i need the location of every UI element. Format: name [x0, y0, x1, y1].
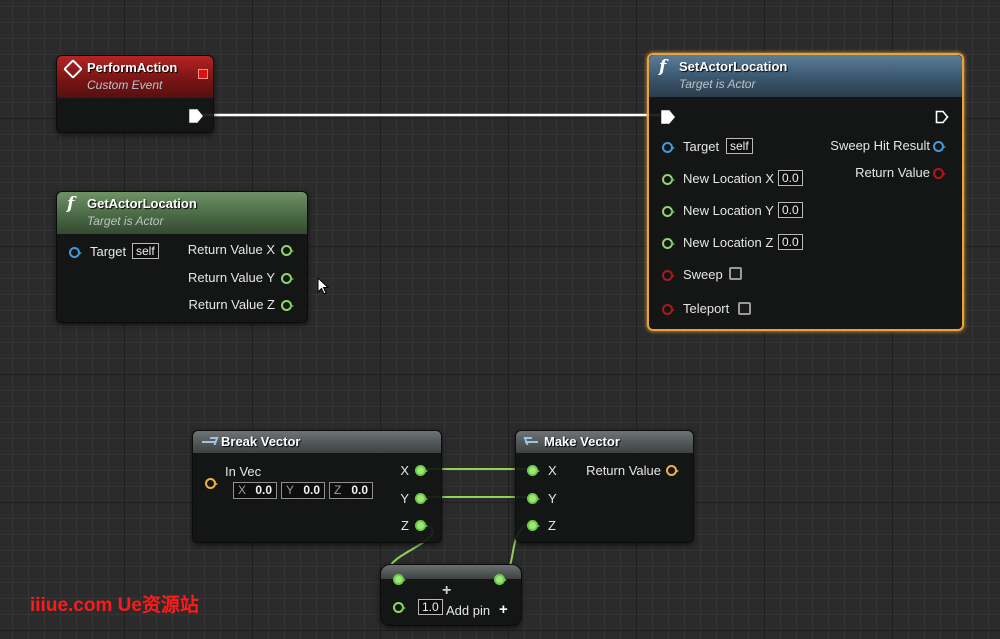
target-label: Target	[683, 139, 719, 154]
delegate-pin-icon[interactable]	[198, 69, 208, 79]
break-z-pin[interactable]	[415, 520, 426, 531]
make-y-label: Y	[548, 491, 557, 506]
target-pin[interactable]	[662, 142, 673, 153]
return-value-label: Return Value	[855, 165, 930, 180]
new-location-x-input[interactable]: 0.0	[778, 170, 803, 186]
add-input-b-pin[interactable]	[393, 602, 404, 613]
function-icon: f	[659, 57, 666, 77]
in-vec-pin[interactable]	[205, 478, 216, 489]
add-operator-symbol: +	[442, 582, 451, 600]
get-actor-location-subtitle: Target is Actor	[87, 214, 307, 228]
break-z-label: Z	[401, 518, 409, 533]
sweep-hit-result-pin[interactable]	[933, 141, 944, 152]
break-y-label: Y	[400, 491, 409, 506]
make-vector-title: Make Vector	[544, 434, 693, 449]
return-value-x-pin[interactable]	[281, 245, 292, 256]
mouse-cursor-icon	[317, 277, 329, 295]
in-vec-y-value: 0.0	[303, 483, 320, 498]
add-pin-plus-icon[interactable]: +	[499, 601, 508, 618]
break-vector-node[interactable]: Break Vector In Vec X 0.0 Y 0.0 Z 0.0 X …	[192, 430, 442, 543]
target-self-field[interactable]: self	[132, 243, 159, 259]
add-input-a-pin[interactable]	[393, 574, 404, 585]
add-input-b-value[interactable]: 1.0	[418, 599, 443, 615]
make-y-pin[interactable]	[527, 493, 538, 504]
set-actor-location-header[interactable]: f SetActorLocation Target is Actor	[649, 55, 962, 97]
perform-action-node[interactable]: PerformAction Custom Event	[56, 55, 214, 133]
perform-action-title: PerformAction	[87, 60, 213, 75]
make-vector-header[interactable]: Make Vector	[516, 431, 693, 453]
in-vec-z-value: 0.0	[351, 483, 368, 498]
new-location-x-label: New Location X	[683, 171, 774, 186]
make-z-pin[interactable]	[527, 520, 538, 531]
set-actor-location-node[interactable]: f SetActorLocation Target is Actor Targe…	[647, 53, 964, 331]
new-location-z-input[interactable]: 0.0	[778, 234, 803, 250]
make-vector-node[interactable]: Make Vector X Y Z Return Value	[515, 430, 694, 543]
exec-input-pin[interactable]	[661, 110, 675, 124]
sweep-pin[interactable]	[662, 270, 673, 281]
get-actor-location-node[interactable]: f GetActorLocation Target is Actor Targe…	[56, 191, 308, 323]
break-x-pin[interactable]	[415, 465, 426, 476]
target-label: Target	[90, 244, 126, 259]
return-value-y-pin[interactable]	[281, 273, 292, 284]
in-vec-x-prefix: X	[238, 483, 246, 497]
new-location-y-label: New Location Y	[683, 203, 774, 218]
break-y-pin[interactable]	[415, 493, 426, 504]
set-actor-location-title: SetActorLocation	[679, 59, 962, 74]
target-pin[interactable]	[69, 247, 80, 258]
new-location-y-pin[interactable]	[662, 206, 673, 217]
exec-output-pin[interactable]	[189, 109, 203, 123]
teleport-checkbox[interactable]	[738, 302, 751, 315]
teleport-pin[interactable]	[662, 304, 673, 315]
teleport-label: Teleport	[683, 301, 729, 316]
make-return-value-pin[interactable]	[666, 465, 677, 476]
custom-event-icon	[63, 59, 83, 79]
exec-output-pin[interactable]	[935, 110, 949, 124]
return-value-z-label: Return Value Z	[189, 297, 275, 312]
new-location-z-label: New Location Z	[683, 235, 773, 250]
make-x-label: X	[548, 463, 557, 478]
return-value-z-pin[interactable]	[281, 300, 292, 311]
new-location-z-pin[interactable]	[662, 238, 673, 249]
make-return-value-label: Return Value	[586, 463, 661, 478]
in-vec-y-input[interactable]: Y 0.0	[281, 482, 325, 499]
add-output-pin[interactable]	[494, 574, 505, 585]
sweep-hit-result-label: Sweep Hit Result	[830, 138, 930, 153]
in-vec-x-value: 0.0	[255, 483, 272, 498]
return-value-y-label: Return Value Y	[188, 270, 275, 285]
break-vector-header[interactable]: Break Vector	[193, 431, 441, 453]
new-location-y-input[interactable]: 0.0	[778, 202, 803, 218]
in-vec-z-prefix: Z	[334, 483, 341, 497]
return-value-x-label: Return Value X	[188, 242, 275, 257]
watermark-text: iiiue.com Ue资源站	[30, 590, 199, 617]
set-actor-location-subtitle: Target is Actor	[679, 77, 962, 91]
make-x-pin[interactable]	[527, 465, 538, 476]
get-actor-location-title: GetActorLocation	[87, 196, 307, 211]
target-self-field[interactable]: self	[726, 138, 753, 154]
break-x-label: X	[400, 463, 409, 478]
perform-action-subtitle: Custom Event	[87, 78, 213, 92]
make-vector-icon	[525, 436, 539, 448]
in-vec-z-input[interactable]: Z 0.0	[329, 482, 373, 499]
sweep-label: Sweep	[683, 267, 723, 282]
in-vec-label: In Vec	[225, 464, 261, 479]
add-pin-label[interactable]: Add pin	[446, 603, 490, 618]
return-value-pin[interactable]	[933, 168, 944, 179]
in-vec-y-prefix: Y	[286, 483, 294, 497]
get-actor-location-header[interactable]: f GetActorLocation Target is Actor	[57, 192, 307, 234]
perform-action-header[interactable]: PerformAction Custom Event	[57, 56, 213, 98]
make-z-label: Z	[548, 518, 556, 533]
in-vec-x-input[interactable]: X 0.0	[233, 482, 277, 499]
sweep-checkbox[interactable]	[729, 267, 742, 280]
new-location-x-pin[interactable]	[662, 174, 673, 185]
add-float-node[interactable]: + 1.0 Add pin +	[380, 564, 522, 626]
break-vector-title: Break Vector	[221, 434, 441, 449]
break-vector-icon	[202, 436, 216, 448]
function-icon: f	[67, 194, 74, 214]
